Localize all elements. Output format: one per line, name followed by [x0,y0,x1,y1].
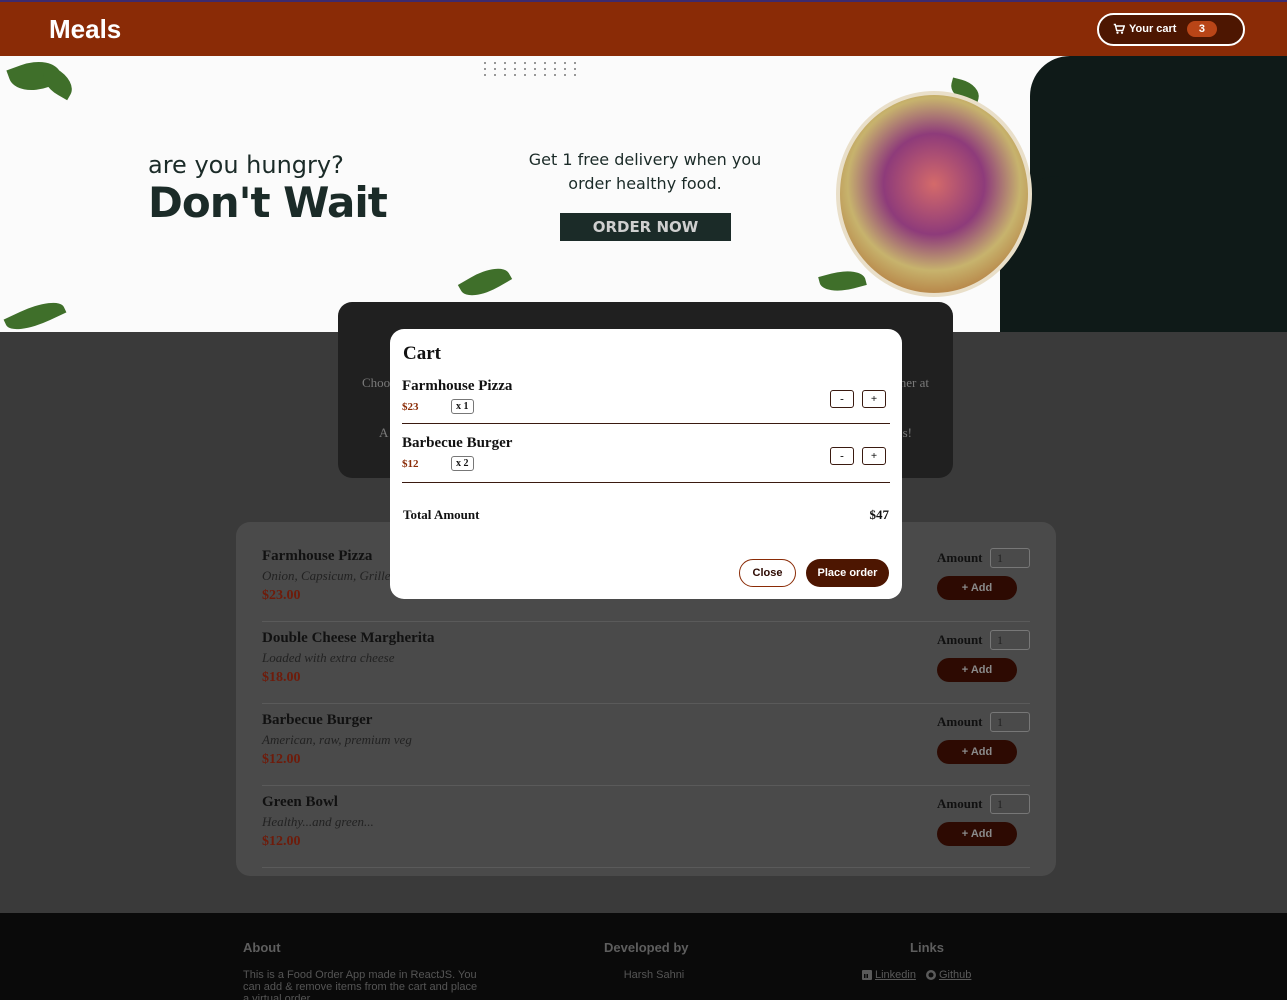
cart-item-name: Barbecue Burger [402,435,513,451]
cart-item-price: $23 [402,400,419,413]
cart-item: Farmhouse Pizza $23 x 1 - + [402,378,890,424]
cart-item-name: Farmhouse Pizza [402,378,513,394]
cart-modal-title: Cart [403,343,441,364]
cart-label: Your cart [1129,23,1177,35]
close-button[interactable]: Close [739,559,796,587]
increase-button[interactable]: + [862,447,886,465]
place-order-button[interactable]: Place order [806,559,889,587]
cart-icon [1113,23,1125,34]
decrease-button[interactable]: - [830,447,854,465]
cart-count-badge: 3 [1186,21,1217,37]
decrease-button[interactable]: - [830,390,854,408]
cart-item-quantity: x 2 [451,456,474,471]
cart-button[interactable]: Your cart 3 [1097,12,1245,46]
cart-total: Total Amount $47 [402,507,890,523]
cart-item: Barbecue Burger $12 x 2 - + [402,435,890,483]
total-label: Total Amount [403,507,480,522]
cart-item-quantity: x 1 [451,399,474,414]
total-value: $47 [869,507,890,522]
cart-item-price: $12 [402,457,419,470]
increase-button[interactable]: + [862,390,886,408]
cart-modal: Cart Farmhouse Pizza $23 x 1 - + Barbecu… [390,329,902,599]
app-logo: Meals [49,13,122,44]
app-header: Meals Your cart 3 [0,0,1287,56]
